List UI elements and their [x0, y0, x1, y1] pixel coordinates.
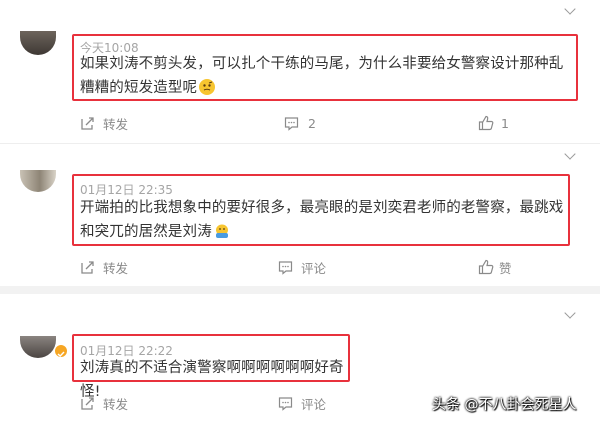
comment-icon — [278, 396, 293, 411]
like-label: 赞 — [499, 260, 512, 276]
melting-face-icon — [214, 223, 230, 239]
thumbs-up-icon — [478, 115, 494, 131]
more-chevron-icon[interactable] — [564, 148, 576, 160]
thinking-face-icon — [199, 79, 216, 95]
forward-icon — [81, 260, 94, 274]
forward-icon — [81, 396, 94, 410]
avatar[interactable] — [20, 170, 56, 192]
forward-label: 转发 — [103, 260, 129, 276]
comment-button[interactable]: 2 — [284, 114, 316, 132]
forward-icon — [81, 116, 94, 130]
thumbs-up-icon — [478, 259, 494, 275]
forward-button[interactable]: 转发 — [80, 258, 128, 276]
avatar[interactable] — [20, 31, 56, 55]
forward-button[interactable]: 转发 — [80, 114, 128, 132]
comment-text: 如果刘涛不剪头发，可以扎个干练的马尾，为什么非要给女警察设计那种乱糟糟的短发造型… — [80, 56, 564, 96]
comment-label: 评论 — [301, 260, 327, 276]
comment-label: 评论 — [301, 396, 327, 412]
comment-button[interactable]: 评论 — [278, 258, 326, 276]
avatar[interactable] — [20, 336, 56, 358]
more-chevron-icon[interactable] — [564, 3, 576, 15]
comment-button[interactable]: 评论 — [278, 394, 326, 412]
section-separator — [0, 286, 600, 294]
comment-text: 开端拍的比我想象中的要好很多，最亮眼的是刘奕君老师的老警察，最跳戏和突兀的居然是… — [80, 200, 564, 240]
forward-label: 转发 — [103, 396, 129, 412]
divider — [0, 143, 600, 144]
comment-count: 2 — [308, 115, 316, 131]
like-button[interactable]: 1 — [478, 114, 509, 132]
watermark: 头条 @不八卦会死星人 — [432, 397, 577, 413]
forward-button[interactable]: 转发 — [80, 394, 128, 412]
comment-icon — [278, 260, 293, 275]
like-button[interactable]: 赞 — [478, 258, 512, 276]
more-chevron-icon[interactable] — [564, 307, 576, 319]
comment-icon — [284, 116, 299, 131]
verified-badge-icon — [54, 344, 68, 358]
like-count: 1 — [501, 115, 509, 131]
forward-label: 转发 — [103, 116, 129, 132]
